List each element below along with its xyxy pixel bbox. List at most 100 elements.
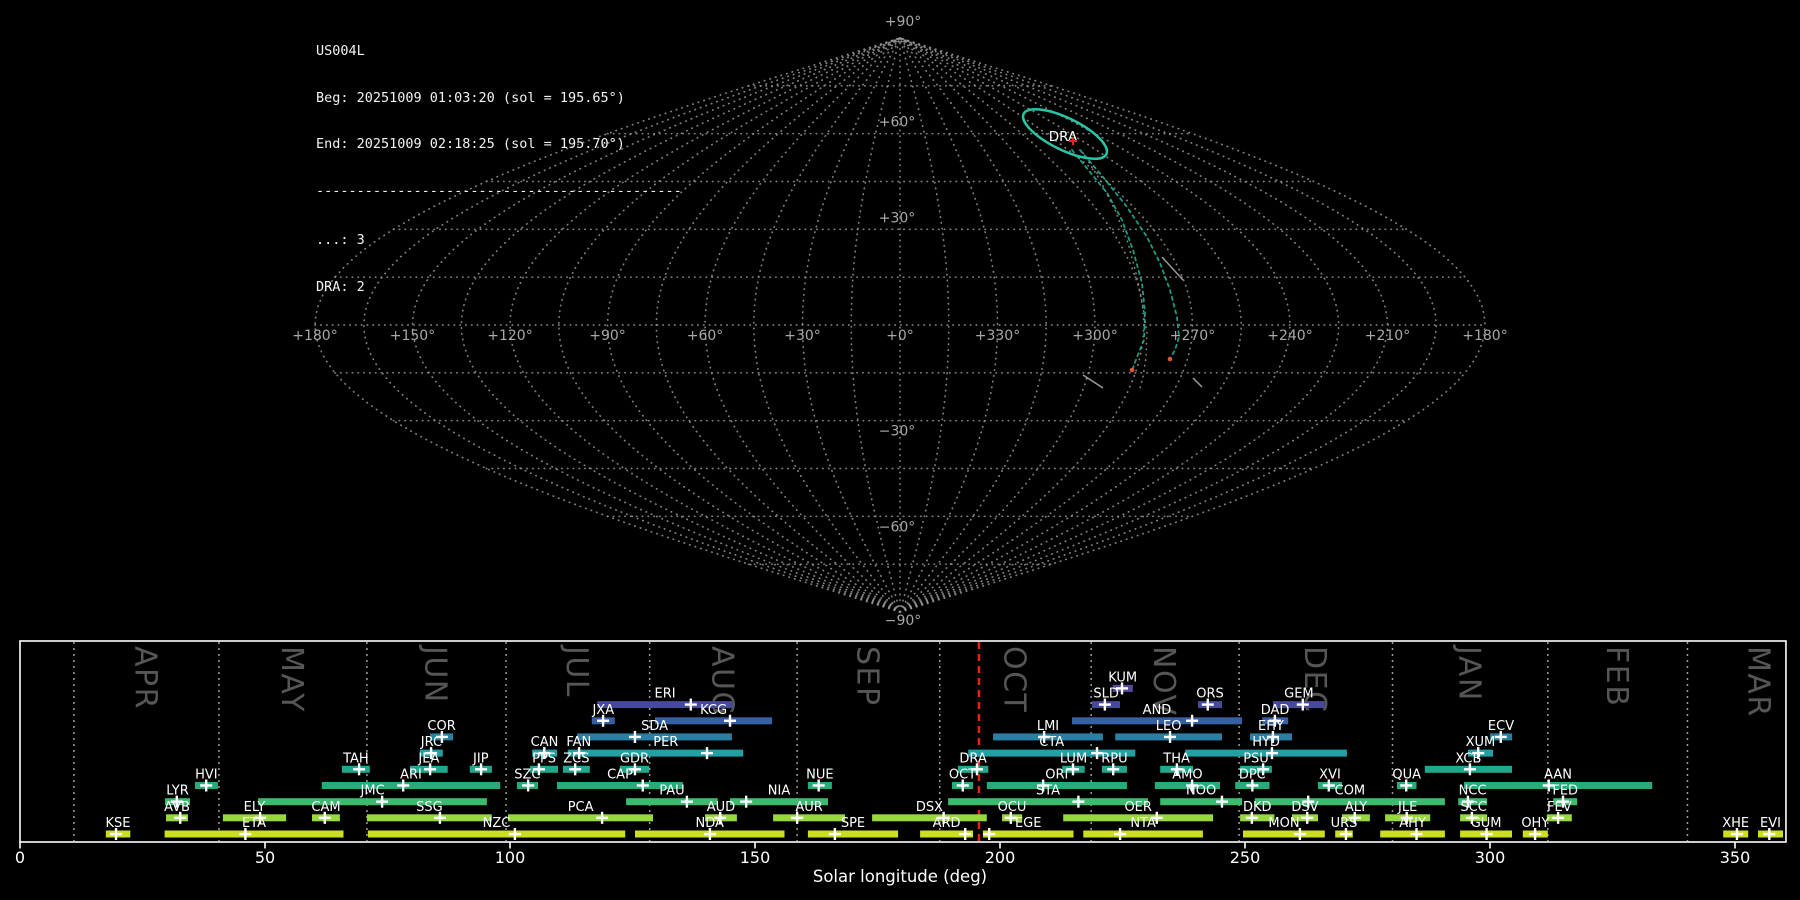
x-axis-title: Solar longitude (deg) xyxy=(813,867,987,886)
shower-label-jea: JEA xyxy=(417,751,439,766)
shower-label-xhe: XHE xyxy=(1722,816,1749,831)
shower-bar-ege xyxy=(982,830,1074,838)
shower-label-cor: COR xyxy=(427,719,455,734)
shower-label-ncc: NCC xyxy=(1459,784,1487,799)
shower-label-jrc: JRC xyxy=(420,735,442,750)
shower-label-cap: CAP xyxy=(607,768,633,783)
shower-bar-pau xyxy=(626,798,718,806)
lon-label--6: +180° xyxy=(292,328,337,344)
observation-header: US004L Beg: 20251009 01:03:20 (sol = 195… xyxy=(316,13,682,326)
shower-label-nue: NUE xyxy=(806,768,833,783)
shower-bar-nzc xyxy=(367,830,626,838)
shower-label-ehy: EHY xyxy=(1258,719,1284,734)
shower-label-xum: XUM xyxy=(1466,735,1496,750)
meteor-trail-2 xyxy=(1192,377,1203,388)
lon-label-0: +0° xyxy=(886,328,914,344)
lon-label--4: +120° xyxy=(487,328,532,344)
shower-label-zcs: ZCS xyxy=(563,751,589,766)
x-tick-label-0: 0 xyxy=(15,848,25,867)
month-label-oct: OCT xyxy=(997,646,1032,713)
count-unclassified: ...: 3 xyxy=(316,232,365,248)
shower-label-sld: SLD xyxy=(1093,687,1119,702)
lat-label-60: +60° xyxy=(879,115,916,131)
shower-label-dra: DRA xyxy=(959,751,987,766)
shower-label-ohy: OHY xyxy=(1521,816,1549,831)
lon-label--3: +90° xyxy=(589,328,626,344)
shower-label-jip: JIP xyxy=(472,751,489,766)
month-label-apr: APR xyxy=(127,646,162,710)
shower-label-eri: ERI xyxy=(655,687,676,702)
shower-label-szc: SZC xyxy=(514,768,540,783)
shower-label-jmc: JMC xyxy=(360,784,385,799)
shower-label-dad: DAD xyxy=(1261,703,1290,718)
shower-label-jxa: JXA xyxy=(591,703,614,718)
lon-label-3: +270° xyxy=(1170,328,1215,344)
shower-label-com: COM xyxy=(1335,784,1366,799)
shower-label-scc: SCC xyxy=(1460,800,1486,815)
shower-label-dpc: DPC xyxy=(1239,768,1266,783)
shower-label-pau: PAU xyxy=(659,784,684,799)
lon-label-5: +210° xyxy=(1365,328,1410,344)
shower-label-nia: NIA xyxy=(768,784,791,799)
track-end-dot-0 xyxy=(1129,367,1135,373)
shower-label-nda: NDA xyxy=(695,816,724,831)
shower-label-ege: EGE xyxy=(1015,816,1042,831)
shower-label-ssg: SSG xyxy=(416,800,443,815)
shower-label-cta: CTA xyxy=(1039,735,1064,750)
lon-label-4: +240° xyxy=(1267,328,1312,344)
lon-label--5: +150° xyxy=(390,328,435,344)
shower-bar-noo xyxy=(1160,798,1242,806)
count-dra: DRA: 2 xyxy=(316,278,365,295)
activity-timeline: APR MAY JUN JUL AUG SEP OCT NOV DEC JAN FEB MARKUME… xyxy=(15,640,1787,886)
shower-bar-ari xyxy=(321,782,501,789)
lat-label-30: +30° xyxy=(879,210,916,226)
shower-bar-per xyxy=(588,749,744,757)
shower-bar-kcg xyxy=(655,717,773,725)
shower-label-kse: KSE xyxy=(106,816,131,831)
shower-label-gem: GEM xyxy=(1284,687,1314,702)
shower-label-pca: PCA xyxy=(568,800,594,815)
shower-label-fan: FAN xyxy=(566,735,591,750)
shower-label-cam: CAM xyxy=(311,800,340,815)
shower-label-ely: ELY xyxy=(244,800,266,815)
shower-label-ahy: AHY xyxy=(1399,816,1426,831)
shower-label-hyd: HYD xyxy=(1252,735,1280,750)
shower-label-sda: SDA xyxy=(641,719,668,734)
shower-label-nta: NTA xyxy=(1130,816,1156,831)
shower-label-xvi: XVI xyxy=(1319,768,1341,783)
shower-label-mon: MON xyxy=(1268,816,1299,831)
shower-label-urs: URS xyxy=(1331,816,1358,831)
meteor-trail-1 xyxy=(1082,374,1104,389)
shower-label-ari: ARI xyxy=(400,768,422,783)
shower-label-aur: AUR xyxy=(795,800,822,815)
separator-line: ----------------------------------------… xyxy=(316,182,682,199)
shower-bar-dsx xyxy=(872,814,987,822)
shower-label-amo: AMO xyxy=(1172,768,1202,783)
south-pole-label: −90° xyxy=(885,613,922,629)
shower-label-eta: ETA xyxy=(242,816,266,831)
shower-label-spe: SPE xyxy=(841,816,865,831)
shower-label-xcb: XCB xyxy=(1455,751,1481,766)
x-tick-label-300: 300 xyxy=(1475,848,1506,867)
shower-label-can: CAN xyxy=(531,735,559,750)
shower-label-lmi: LMI xyxy=(1037,719,1059,734)
shower-label-gum: GUM xyxy=(1471,816,1502,831)
shower-label-ocu: OCU xyxy=(998,800,1027,815)
map-meridian-45 xyxy=(899,37,1048,613)
shower-label-tha: THA xyxy=(1162,751,1190,766)
shower-label-noo: NOO xyxy=(1186,784,1216,799)
shower-label-pps: PPS xyxy=(532,751,556,766)
month-label-feb: FEB xyxy=(1599,646,1634,707)
shower-label-ors: ORS xyxy=(1196,687,1224,702)
station-id: US004L xyxy=(316,43,365,59)
lon-label--1: +30° xyxy=(784,328,821,344)
lon-label-2: +300° xyxy=(1072,328,1117,344)
shower-label-oct: OCT xyxy=(949,768,976,783)
shower-bar-spe xyxy=(807,830,899,838)
x-tick-label-350: 350 xyxy=(1720,848,1751,867)
shower-label-hvi: HVI xyxy=(195,768,218,783)
meteor-radiant-screen: +180° +150° +120° +90° +60° +30° +0° +330° +300°… xyxy=(0,0,1800,900)
shower-label-per: PER xyxy=(653,735,678,750)
shower-label-kum: KUM xyxy=(1108,670,1137,685)
x-tick-label-250: 250 xyxy=(1230,848,1261,867)
